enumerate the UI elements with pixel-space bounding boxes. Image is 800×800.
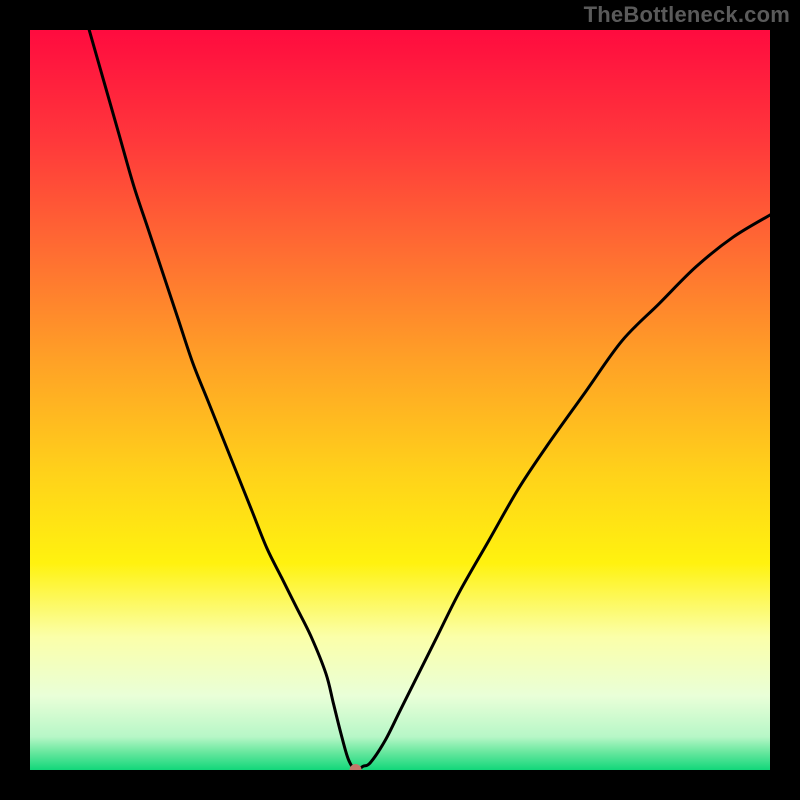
gradient-background	[30, 30, 770, 770]
chart-container: TheBottleneck.com	[0, 0, 800, 800]
watermark-text: TheBottleneck.com	[584, 2, 790, 28]
plot-area	[30, 30, 770, 776]
chart-svg	[0, 0, 800, 800]
